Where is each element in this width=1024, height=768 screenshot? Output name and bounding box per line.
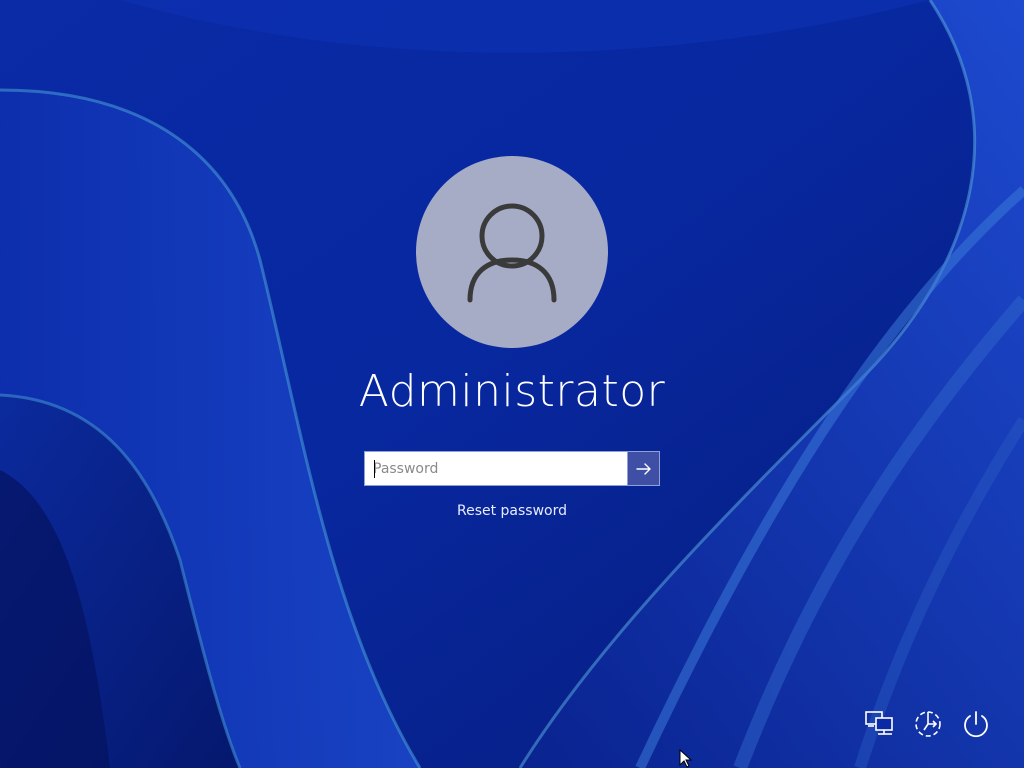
accessibility-button[interactable] — [908, 704, 948, 744]
arrow-right-icon — [635, 462, 651, 475]
power-icon — [964, 711, 988, 738]
accessibility-icon — [915, 711, 941, 737]
text-caret — [374, 460, 375, 478]
password-input[interactable] — [365, 452, 627, 485]
password-box — [364, 451, 660, 486]
mouse-pointer-icon — [679, 749, 693, 768]
user-name: Administrator — [358, 366, 666, 417]
network-button[interactable] — [860, 704, 900, 744]
user-icon — [467, 203, 557, 303]
power-button[interactable] — [956, 704, 996, 744]
network-icon — [865, 711, 893, 735]
reset-password-link-row: Reset password — [0, 503, 1024, 519]
submit-button[interactable] — [627, 452, 659, 485]
user-avatar — [416, 156, 608, 348]
reset-password-link[interactable]: Reset password — [457, 503, 567, 519]
